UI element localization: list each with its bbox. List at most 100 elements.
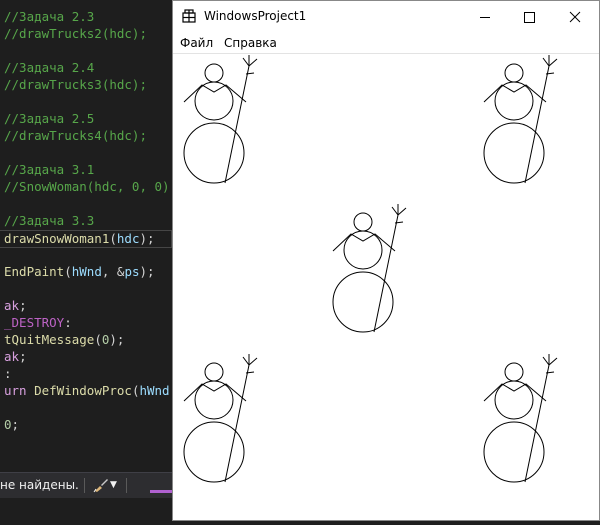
code-token: urn xyxy=(4,383,35,398)
code-line: //Задача 3.3 xyxy=(4,212,94,229)
broom-handle xyxy=(224,364,250,483)
broom-handle xyxy=(373,214,399,333)
snow-woman xyxy=(332,204,407,333)
code-token: //SnowWoman(hdc, 0, 0); xyxy=(4,179,173,194)
code-token: EndPaint xyxy=(4,264,65,279)
broom-handle xyxy=(224,65,250,184)
code-token: : xyxy=(64,315,72,330)
close-icon xyxy=(569,11,581,23)
snow-woman-torso xyxy=(494,380,534,420)
code-line: ak; xyxy=(4,297,27,314)
code-token: ( xyxy=(94,332,102,347)
editor-statusbar: не найдены. ▼ xyxy=(0,472,173,498)
maximize-button[interactable] xyxy=(507,1,551,33)
code-token: //Задача 2.4 xyxy=(4,60,95,75)
snow-woman-head xyxy=(353,212,373,232)
snow-woman-torso xyxy=(194,380,234,420)
broom-bristle xyxy=(542,356,550,366)
code-token: 0 xyxy=(4,417,12,432)
snow-woman xyxy=(483,354,558,483)
broom-bristle xyxy=(391,206,399,216)
window-title: WindowsProject1 xyxy=(204,9,307,23)
code-line: tQuitMessage(0); xyxy=(4,331,124,348)
code-token: ak xyxy=(4,349,20,364)
code-token: //drawTrucks3(hdc); xyxy=(4,77,147,92)
menu-file[interactable]: Файл xyxy=(180,36,213,50)
code-token: ( xyxy=(109,231,117,246)
snow-woman-arms xyxy=(332,233,396,252)
broom-bristle xyxy=(242,57,250,67)
titlebar[interactable]: WindowsProject1 xyxy=(173,1,599,33)
code-line: _DESTROY: xyxy=(4,314,72,331)
snow-woman-torso xyxy=(194,81,234,121)
code-token: ak xyxy=(4,298,20,313)
minimize-icon xyxy=(480,17,490,18)
code-line: : xyxy=(4,365,12,382)
code-editor[interactable]: //Задача 2.3 //drawTrucks2(hdc); //Задача … xyxy=(0,0,173,500)
code-line: //Задача 3.1 xyxy=(4,161,94,178)
drawing-canvas xyxy=(183,55,558,483)
broom-bristle xyxy=(248,357,258,366)
code-token: ); xyxy=(139,264,155,279)
code-token: ); xyxy=(109,332,125,347)
broom-handle xyxy=(524,364,550,483)
code-token: hdc xyxy=(116,231,140,246)
code-token: ps xyxy=(124,264,140,279)
snow-woman-arms xyxy=(483,383,547,402)
snow-woman xyxy=(483,55,558,184)
code-line: //SnowWoman(hdc, 0, 0); xyxy=(4,178,173,195)
broom-handle xyxy=(524,65,550,184)
broom-bristle xyxy=(397,207,407,216)
code-line: urn DefWindowProc(hWnd, xyxy=(4,382,173,399)
code-token: tQuitMessage xyxy=(4,332,95,347)
snow-woman-torso xyxy=(343,230,383,270)
code-token: : xyxy=(4,366,12,381)
code-line: //drawTrucks2(hdc); xyxy=(4,25,147,42)
status-separator xyxy=(126,478,127,493)
snow-woman-arms xyxy=(183,84,247,103)
broom-bristle xyxy=(248,58,258,67)
code-line: 0; xyxy=(4,416,19,433)
code-token: drawSnowWoman1 xyxy=(4,231,110,246)
code-line: EndPaint(hWnd, &ps); xyxy=(4,263,155,280)
maximize-icon xyxy=(524,12,535,23)
snow-woman xyxy=(183,354,258,483)
snow-woman-head xyxy=(504,362,524,382)
code-token: //drawTrucks4(hdc); xyxy=(4,128,147,143)
code-token: ; xyxy=(19,349,27,364)
code-cleanup-brush-icon[interactable] xyxy=(92,477,110,493)
snow-woman-torso xyxy=(494,81,534,121)
code-line: //drawTrucks4(hdc); xyxy=(4,127,147,144)
chevron-down-icon[interactable]: ▼ xyxy=(110,480,117,490)
code-token: ( xyxy=(64,264,72,279)
snow-woman xyxy=(183,55,258,184)
code-token: ); xyxy=(139,231,155,246)
close-button[interactable] xyxy=(553,1,597,33)
code-line: //Задача 2.5 xyxy=(4,110,94,127)
code-token: //Задача 3.1 xyxy=(4,162,95,177)
code-line: //Задача 2.3 xyxy=(4,8,94,25)
code-token: DefWindowProc xyxy=(34,383,132,398)
snow-woman-head xyxy=(204,362,224,382)
code-token: //drawTrucks2(hdc); xyxy=(4,26,147,41)
app-icon xyxy=(182,9,196,23)
code-token: _DESTROY xyxy=(4,315,65,330)
code-line: //Задача 2.4 xyxy=(4,59,94,76)
menubar: Файл Справка xyxy=(173,33,599,53)
snow-woman-arms xyxy=(183,383,247,402)
snow-woman-head xyxy=(504,63,524,83)
code-token: , & xyxy=(101,264,125,279)
code-token: ; xyxy=(19,298,27,313)
snow-woman-head xyxy=(204,63,224,83)
code-token: //Задача 2.5 xyxy=(4,111,95,126)
broom-bristle xyxy=(548,58,558,67)
code-line: //drawTrucks3(hdc); xyxy=(4,76,147,93)
minimize-button[interactable] xyxy=(463,1,507,33)
snow-woman-arms xyxy=(483,84,547,103)
app-window: WindowsProject1 Файл Справка xyxy=(172,0,600,521)
menu-help[interactable]: Справка xyxy=(224,36,277,50)
code-token: //Задача 2.3 xyxy=(4,9,95,24)
code-token: ; xyxy=(11,417,20,432)
broom-bristle xyxy=(548,357,558,366)
code-line: drawSnowWoman1(hdc); xyxy=(4,230,155,247)
